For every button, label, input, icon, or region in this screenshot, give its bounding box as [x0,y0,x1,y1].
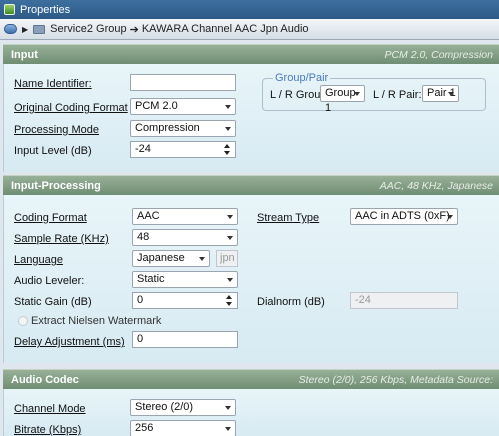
input-section-header[interactable]: Input PCM 2.0, Compression [3,44,499,64]
processing-mode-value: Compression [135,122,200,134]
input-section-summary: PCM 2.0, Compression [384,49,493,61]
sample-rate-label: Sample Rate (KHz) [14,233,109,245]
input-section-title: Input [11,48,38,61]
channel-mode-select[interactable]: Stereo (2/0) [130,399,236,416]
chevron-down-icon [225,406,231,410]
channel-mode-label: Channel Mode [14,403,86,415]
language-select[interactable]: Japanese [132,250,210,267]
bitrate-value: 256 [135,422,154,434]
window-title: Properties [20,3,71,16]
spin-down-icon[interactable] [226,302,232,306]
breadcrumb: ▶ Service2 Group ➔ KAWARA Channel AAC Jp… [0,19,499,40]
chevron-down-icon [227,236,233,240]
original-coding-format-select[interactable]: PCM 2.0 [130,98,236,115]
sample-rate-value: 48 [137,231,150,243]
original-coding-format-value: PCM 2.0 [135,100,178,112]
chevron-down-icon [227,278,233,282]
name-identifier-label: Name Identifier: [14,78,92,90]
breadcrumb-separator: ➔ [129,23,139,36]
static-gain-value: 0 [137,294,144,306]
input-level-stepper[interactable]: -24 [130,141,236,158]
processing-mode-label: Processing Mode [14,124,99,136]
name-identifier-input[interactable] [130,74,236,91]
chevron-down-icon [448,92,454,96]
chevron-down-icon [354,92,360,96]
stream-type-select[interactable]: AAC in ADTS (0xF) [350,208,458,225]
sample-rate-select[interactable]: 48 [132,229,238,246]
delay-adjustment-input[interactable]: 0 [132,331,238,348]
chevron-down-icon [227,215,233,219]
static-gain-label: Static Gain (dB) [14,296,92,308]
nielsen-watermark-checkbox[interactable] [18,316,28,326]
chevron-down-icon [447,215,453,219]
dialnorm-field: -24 [350,292,458,309]
input-processing-section-title: Input-Processing [11,179,101,192]
nielsen-watermark-label: Extract Nielsen Watermark [31,315,162,327]
lr-pair-label: L / R Pair: [373,89,422,101]
audio-codec-section-title: Audio Codec [11,373,79,386]
stream-type-value: AAC in ADTS (0xF) [355,210,450,222]
chevron-down-icon [225,105,231,109]
language-code-field: jpn [216,250,238,267]
window-titlebar: Properties [0,0,499,19]
stream-type-label: Stream Type [257,212,320,224]
breadcrumb-group[interactable]: Service2 Group [50,23,126,35]
input-level-value: -24 [135,143,151,155]
audio-codec-section-header[interactable]: Audio Codec Stereo (2/0), 256 Kbps, Meta… [3,369,499,389]
audio-codec-section-summary: Stereo (2/0), 256 Kbps, Metadata Source: [298,374,493,386]
navigation-icon[interactable] [4,24,17,34]
chevron-down-icon [225,427,231,431]
group-pair-legend: Group/Pair [273,72,331,84]
breadcrumb-item[interactable]: KAWARA Channel AAC Jpn Audio [142,23,309,35]
coding-format-label: Coding Format [14,212,87,224]
audio-leveler-select[interactable]: Static [132,271,238,288]
lr-pair-select[interactable]: Pair 1 [422,85,459,102]
static-gain-stepper[interactable]: 0 [132,292,238,309]
bitrate-label: Bitrate (Kbps) [14,424,82,436]
folder-icon [33,24,46,34]
language-label: Language [14,254,63,266]
properties-icon [4,4,15,15]
expand-arrow-icon[interactable]: ▶ [22,25,28,34]
audio-leveler-value: Static [137,273,165,285]
input-processing-section-header[interactable]: Input-Processing AAC, 48 KHz, Japanese [3,175,499,195]
lr-group-select[interactable]: Group 1 [320,85,365,114]
chevron-down-icon [225,127,231,131]
delay-adjustment-label: Delay Adjustment (ms) [14,336,125,348]
coding-format-value: AAC [137,210,160,222]
chevron-down-icon [199,257,205,261]
input-level-label: Input Level (dB) [14,145,92,157]
processing-mode-select[interactable]: Compression [130,120,236,137]
language-value: Japanese [137,252,185,264]
spin-down-icon[interactable] [224,151,230,155]
original-coding-format-label: Original Coding Format [14,102,128,114]
input-processing-section-summary: AAC, 48 KHz, Japanese [379,180,493,192]
coding-format-select[interactable]: AAC [132,208,238,225]
channel-mode-value: Stereo (2/0) [135,401,194,413]
spin-up-icon[interactable] [226,295,232,299]
dialnorm-label: Dialnorm (dB) [257,296,325,308]
audio-leveler-label: Audio Leveler: [14,275,85,287]
bitrate-select[interactable]: 256 [130,420,236,436]
spin-up-icon[interactable] [224,144,230,148]
